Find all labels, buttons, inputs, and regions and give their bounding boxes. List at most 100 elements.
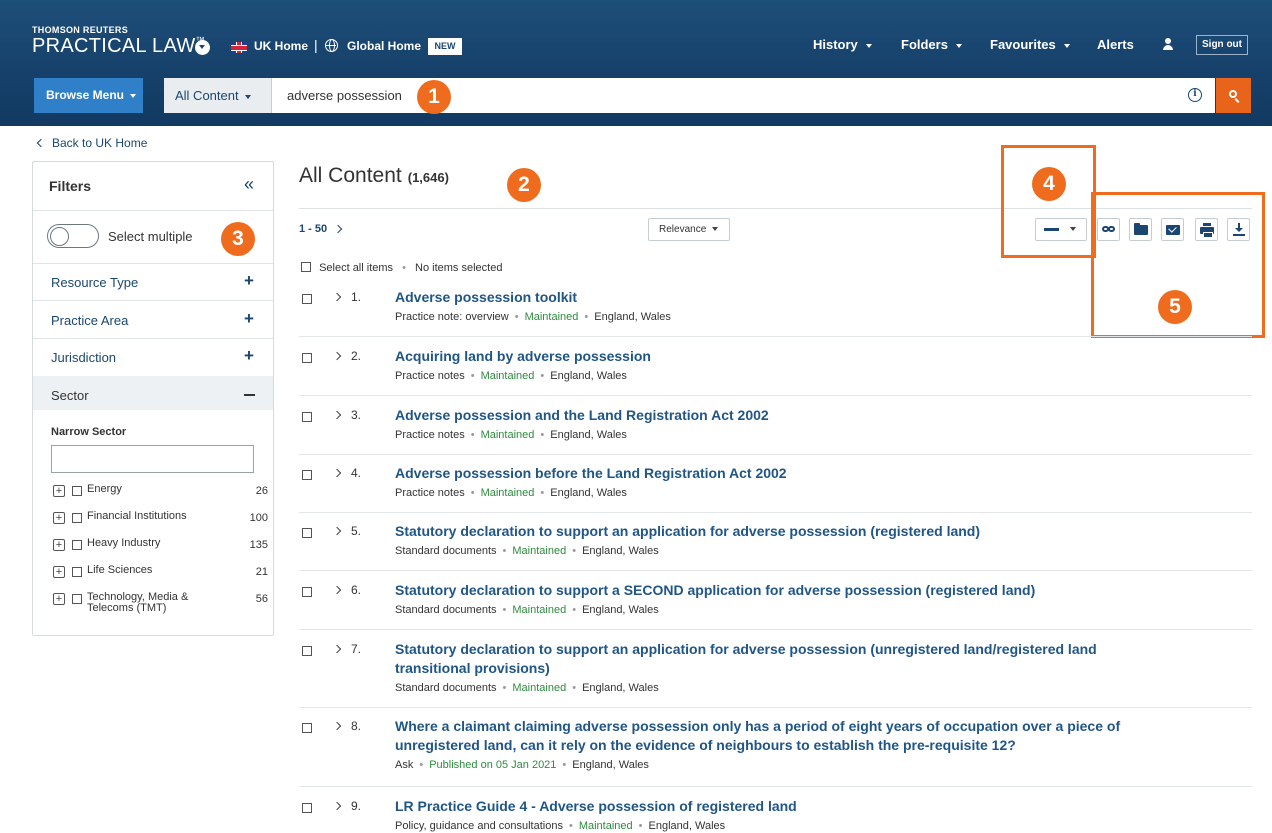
collapse-sector-icon[interactable] bbox=[244, 394, 255, 396]
folders-menu[interactable]: Folders bbox=[901, 37, 962, 52]
result-checkbox[interactable] bbox=[302, 412, 312, 422]
result-title-link[interactable]: Acquiring land by adverse possession bbox=[395, 347, 1175, 366]
select-all-checkbox[interactable] bbox=[301, 262, 311, 272]
result-title-link[interactable]: Where a claimant claiming adverse posses… bbox=[395, 717, 1175, 755]
sort-dropdown[interactable]: Relevance bbox=[648, 218, 730, 241]
result-checkbox[interactable] bbox=[302, 528, 312, 538]
user-icon[interactable] bbox=[1162, 38, 1174, 50]
sector-checkbox[interactable] bbox=[72, 594, 82, 604]
result-status: Maintained bbox=[480, 429, 535, 441]
expand-practice-area-button[interactable]: + bbox=[244, 309, 254, 329]
global-home-link[interactable]: Global Home bbox=[347, 39, 421, 53]
chevron-down-icon[interactable] bbox=[195, 40, 210, 55]
result-status: Maintained bbox=[480, 487, 535, 499]
result-title-link[interactable]: Statutory declaration to support an appl… bbox=[395, 640, 1175, 678]
chevron-right-icon[interactable] bbox=[332, 721, 342, 731]
search-input[interactable]: adverse possession bbox=[272, 78, 1215, 113]
chevron-right-icon[interactable] bbox=[333, 224, 343, 234]
back-to-uk-home-link[interactable]: Back to UK Home bbox=[36, 136, 148, 150]
result-title-link[interactable]: Adverse possession and the Land Registra… bbox=[395, 406, 1175, 425]
narrow-sector-input[interactable] bbox=[51, 445, 254, 473]
favourites-menu[interactable]: Favourites bbox=[990, 37, 1070, 52]
select-multiple-toggle[interactable] bbox=[47, 224, 99, 248]
separator-dot: • bbox=[502, 545, 507, 557]
result-meta: Practice notes • Maintained • England, Wales bbox=[395, 429, 627, 441]
sector-name: Energy bbox=[87, 483, 122, 495]
chevron-right-icon[interactable] bbox=[332, 801, 342, 811]
result-checkbox[interactable] bbox=[302, 646, 312, 656]
chevron-right-icon[interactable] bbox=[332, 644, 342, 654]
chevron-right-icon[interactable] bbox=[332, 351, 342, 361]
info-icon[interactable]: i bbox=[1188, 88, 1202, 102]
expand-plus-icon[interactable]: + bbox=[53, 512, 65, 524]
sign-out-button[interactable]: Sign out bbox=[1196, 35, 1248, 55]
paging-control[interactable]: 1 - 50 bbox=[299, 223, 343, 235]
expand-plus-icon[interactable]: + bbox=[53, 566, 65, 578]
result-title-link[interactable]: Adverse possession before the Land Regis… bbox=[395, 464, 1175, 483]
chevron-down-icon bbox=[955, 43, 962, 48]
result-title-link[interactable]: Statutory declaration to support an appl… bbox=[395, 522, 1175, 541]
chevron-down-icon bbox=[1063, 43, 1070, 48]
divider bbox=[33, 300, 273, 301]
expand-plus-icon[interactable]: + bbox=[53, 485, 65, 497]
history-menu[interactable]: History bbox=[813, 37, 872, 52]
chevron-right-icon[interactable] bbox=[332, 585, 342, 595]
uk-home-link[interactable]: UK Home bbox=[254, 39, 308, 53]
result-jurisdiction: England, Wales bbox=[582, 682, 659, 694]
browse-menu-button[interactable]: Browse Menu bbox=[34, 78, 143, 113]
scope-dropdown[interactable]: All Content bbox=[164, 78, 272, 113]
facet-practice-area[interactable]: Practice Area bbox=[51, 313, 128, 328]
search-button[interactable] bbox=[1216, 78, 1251, 113]
result-title-link[interactable]: Statutory declaration to support a SECON… bbox=[395, 581, 1175, 600]
expand-jurisdiction-button[interactable]: + bbox=[244, 346, 254, 366]
sector-checkbox[interactable] bbox=[72, 513, 82, 523]
expand-plus-icon[interactable]: + bbox=[53, 593, 65, 605]
chevron-right-icon[interactable] bbox=[332, 292, 342, 302]
result-title-link[interactable]: Adverse possession toolkit bbox=[395, 288, 1175, 307]
result-number: 6. bbox=[351, 583, 362, 597]
sector-item-energy[interactable]: + Energy 26 bbox=[53, 483, 268, 505]
result-status: Published on 05 Jan 2021 bbox=[429, 759, 557, 771]
facet-jurisdiction[interactable]: Jurisdiction bbox=[51, 350, 116, 365]
chevron-right-icon[interactable] bbox=[332, 526, 342, 536]
separator-dot: • bbox=[470, 429, 475, 441]
sector-item-tmt[interactable]: + Technology, Media & Telecoms (TMT) 56 bbox=[53, 592, 268, 621]
result-type: Practice note: overview bbox=[395, 311, 509, 323]
result-checkbox[interactable] bbox=[302, 470, 312, 480]
alerts-link[interactable]: Alerts bbox=[1097, 37, 1134, 52]
result-title-link[interactable]: LR Practice Guide 4 - Adverse possession… bbox=[395, 797, 1175, 816]
chevron-down-icon bbox=[130, 93, 137, 98]
separator-dot: • bbox=[584, 311, 589, 323]
chevron-right-icon[interactable] bbox=[332, 410, 342, 420]
folders-label: Folders bbox=[901, 37, 948, 52]
sector-item-heavy-industry[interactable]: + Heavy Industry 135 bbox=[53, 538, 268, 559]
sector-count: 21 bbox=[255, 566, 268, 578]
select-all-label[interactable]: Select all items bbox=[319, 262, 393, 274]
sector-checkbox[interactable] bbox=[72, 486, 82, 496]
back-link-label: Back to UK Home bbox=[52, 136, 148, 150]
new-badge: NEW bbox=[428, 38, 462, 55]
result-jurisdiction: England, Wales bbox=[594, 311, 671, 323]
facet-resource-type[interactable]: Resource Type bbox=[51, 275, 138, 290]
sector-item-financial-institutions[interactable]: + Financial Institutions 100 bbox=[53, 511, 268, 532]
collapse-icon[interactable]: « bbox=[244, 174, 254, 195]
expand-resource-type-button[interactable]: + bbox=[244, 271, 254, 291]
expand-plus-icon[interactable]: + bbox=[53, 539, 65, 551]
chevron-right-icon[interactable] bbox=[332, 468, 342, 478]
sector-count: 26 bbox=[255, 485, 268, 497]
separator-dot: • bbox=[402, 262, 406, 274]
annotation-badge-2: 2 bbox=[507, 168, 541, 202]
result-checkbox[interactable] bbox=[302, 587, 312, 597]
chevron-down-icon bbox=[865, 43, 872, 48]
result-checkbox[interactable] bbox=[302, 803, 312, 813]
result-checkbox[interactable] bbox=[302, 294, 312, 304]
result-meta: Policy, guidance and consultations • Maint… bbox=[395, 820, 725, 832]
sector-checkbox[interactable] bbox=[72, 540, 82, 550]
brand-practical-law[interactable]: PRACTICAL LAW™ bbox=[32, 35, 205, 58]
result-checkbox[interactable] bbox=[302, 723, 312, 733]
facet-sector[interactable]: Sector bbox=[51, 388, 89, 403]
sector-item-life-sciences[interactable]: + Life Sciences 21 bbox=[53, 565, 268, 586]
sector-checkbox[interactable] bbox=[72, 567, 82, 577]
result-checkbox[interactable] bbox=[302, 353, 312, 363]
paging-range: 1 - 50 bbox=[299, 223, 328, 235]
